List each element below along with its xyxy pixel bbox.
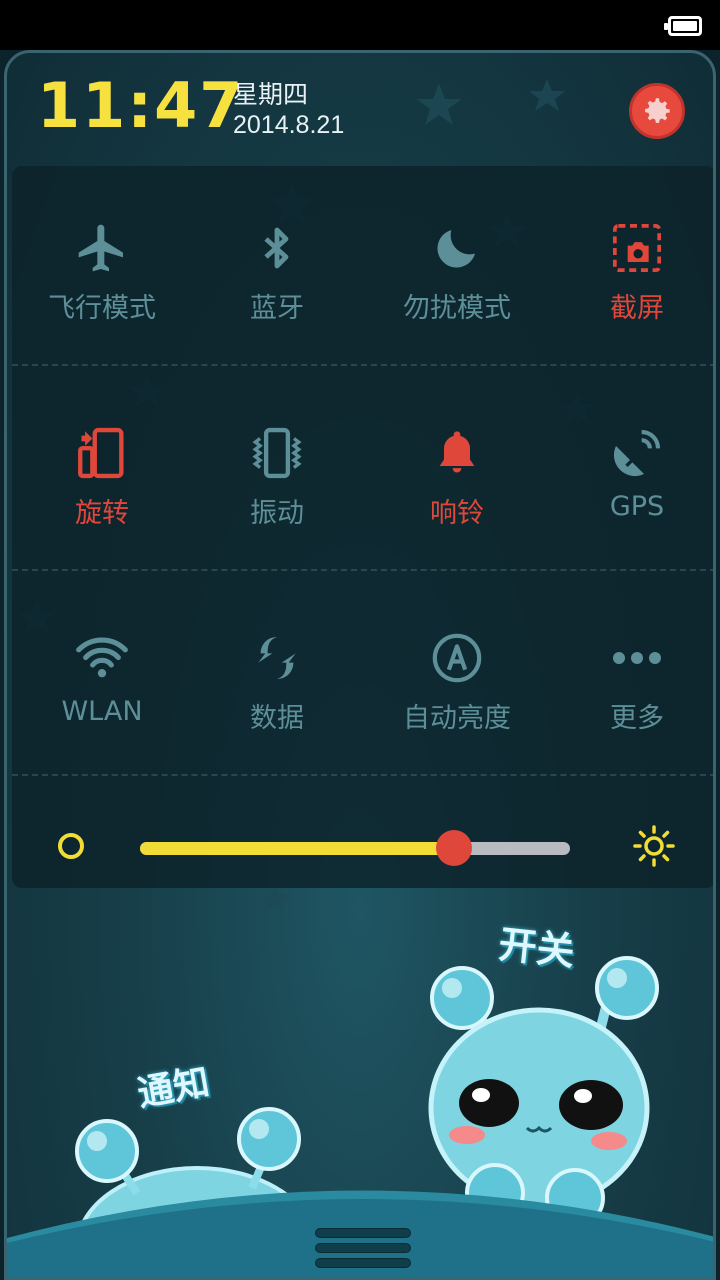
toggle-label: 振动 — [250, 498, 304, 529]
data-icon — [245, 626, 309, 690]
weekday-label: 星期四 — [233, 80, 309, 109]
toggle-label: 自动亮度 — [403, 703, 511, 734]
row-divider — [12, 774, 713, 776]
drag-handle[interactable] — [315, 1228, 411, 1274]
toggle-wlan[interactable]: WLAN — [12, 576, 192, 776]
toggle-row-1: 飞行模式 蓝牙 勿扰模式 截屏 — [12, 166, 713, 366]
row-divider — [12, 569, 713, 571]
toggle-rotation[interactable]: 旋转 — [12, 371, 192, 571]
shade-panel: 11:47 星期四 2014.8.21 飞行模式 蓝牙 勿扰模式 截屏 旋转 振… — [4, 50, 716, 1280]
airplane-icon — [70, 216, 134, 280]
toggle-label: 数据 — [250, 703, 304, 734]
toggle-ringer[interactable]: 响铃 — [367, 371, 547, 571]
toggle-label: 飞行模式 — [48, 293, 156, 324]
toggle-row-2: 旋转 振动 响铃 GPS — [12, 371, 713, 571]
brightness-high-icon — [633, 825, 675, 867]
vibrate-icon — [245, 421, 309, 485]
toggle-gps[interactable]: GPS — [547, 371, 713, 571]
brightness-slider-thumb[interactable] — [435, 830, 472, 866]
toggle-more[interactable]: 更多 — [547, 576, 713, 776]
toggle-label: 勿扰模式 — [403, 293, 511, 324]
toggle-airplane-mode[interactable]: 飞行模式 — [12, 166, 192, 366]
toggle-row-3: WLAN 数据 自动亮度 更多 — [12, 576, 713, 776]
brightness-slider[interactable] — [140, 830, 570, 866]
quick-settings-panel: 飞行模式 蓝牙 勿扰模式 截屏 旋转 振动 响铃 GPS WLAN 数据 自动亮… — [12, 166, 713, 888]
toggle-mobile-data[interactable]: 数据 — [187, 576, 367, 776]
switch-mascot-label: 开关 — [496, 922, 577, 974]
battery-full-icon — [664, 16, 702, 36]
rotate-icon — [70, 421, 134, 485]
toggle-screenshot[interactable]: 截屏 — [547, 166, 713, 366]
toggle-do-not-disturb[interactable]: 勿扰模式 — [367, 166, 547, 366]
status-bar — [0, 0, 720, 50]
toggle-vibrate[interactable]: 振动 — [187, 371, 367, 571]
gear-icon — [645, 98, 670, 123]
more-icon — [605, 626, 669, 690]
toggle-label: 更多 — [610, 703, 664, 734]
toggle-label: 蓝牙 — [250, 293, 304, 324]
mascot-illustration — [7, 956, 713, 1277]
toggle-label: 响铃 — [430, 498, 484, 529]
notification-shade: 11:47 星期四 2014.8.21 飞行模式 蓝牙 勿扰模式 截屏 旋转 振… — [0, 50, 720, 1280]
clock-time: 11:47 — [37, 69, 245, 142]
date-label: 2014.8.21 — [233, 111, 345, 139]
screenshot-icon — [605, 216, 669, 280]
bell-icon — [425, 421, 489, 485]
toggle-label: GPS — [609, 491, 665, 522]
toggle-label: 旋转 — [75, 498, 129, 529]
toggle-bluetooth[interactable]: 蓝牙 — [187, 166, 367, 366]
bluetooth-icon — [245, 216, 309, 280]
settings-button[interactable] — [629, 83, 685, 139]
brightness-low-icon — [58, 833, 84, 859]
toggle-label: WLAN — [61, 696, 143, 727]
row-divider — [12, 364, 713, 366]
auto-brightness-icon — [425, 626, 489, 690]
wifi-icon — [70, 626, 134, 690]
brightness-slider-row — [12, 806, 713, 886]
moon-icon — [425, 216, 489, 280]
gps-icon — [605, 421, 669, 485]
brightness-slider-fill — [140, 842, 454, 855]
toggle-label: 截屏 — [610, 293, 664, 324]
switch-mascot — [428, 956, 659, 1228]
toggle-auto-brightness[interactable]: 自动亮度 — [367, 576, 547, 776]
